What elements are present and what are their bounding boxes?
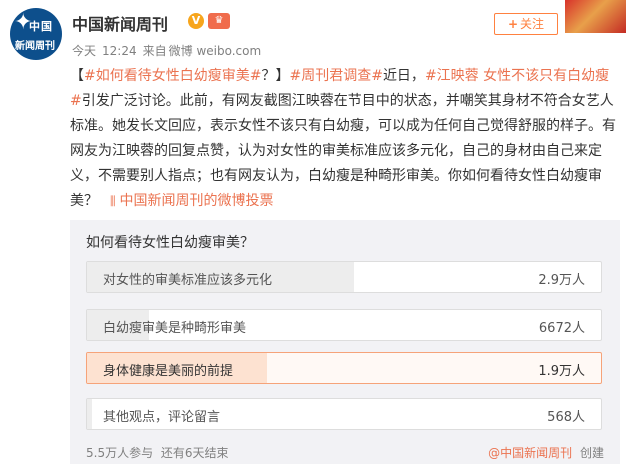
- verified-badge-icon: V: [188, 13, 204, 29]
- poll-option-count: 2.9万人: [538, 273, 585, 288]
- post-text-part: 【: [70, 68, 84, 84]
- post-text-part: 引发广泛讨论。此前，有网友截图江映蓉在节目中的状态，并嘲笑其身材不符合女艺人标准…: [70, 93, 616, 209]
- follow-button[interactable]: + 关注: [494, 13, 558, 35]
- poll-participants: 5.5万人参与: [86, 446, 154, 460]
- poll-option[interactable]: 其他观点，评论留言 568人: [86, 398, 602, 430]
- post-time[interactable]: 12:24: [102, 44, 137, 58]
- poll-option[interactable]: 白幼瘦审美是种畸形审美 6672人: [86, 309, 602, 341]
- poll-link-label: 中国新闻周刊的微博投票: [119, 193, 274, 209]
- avatar-text-bottom: 新闻周刊: [15, 41, 55, 52]
- poll-option[interactable]: 对女性的审美标准应该多元化 2.9万人: [86, 261, 602, 293]
- poll-created-label: 创建: [579, 446, 604, 460]
- poll-creator: @中国新闻周刊 创建: [488, 444, 604, 461]
- post-text-part: ？】: [261, 68, 290, 84]
- post-source[interactable]: 微博 weibo.com: [169, 44, 262, 58]
- poll-stats: 5.5万人参与 还有6天结束: [86, 444, 229, 461]
- poll-option-count: 1.9万人: [538, 364, 585, 379]
- decorative-banner: [565, 0, 626, 33]
- poll-option-selected[interactable]: 身体健康是美丽的前提 1.9万人: [86, 352, 602, 384]
- poll-option-label: 身体健康是美丽的前提: [103, 364, 234, 379]
- poll-remaining: 还有6天结束: [160, 446, 229, 460]
- poll-option-label: 白幼瘦审美是种畸形审美: [103, 321, 247, 336]
- poll-icon: ⫼: [110, 194, 116, 208]
- poll-option-label: 其他观点，评论留言: [103, 410, 221, 425]
- vip-crown-icon: ♛: [208, 13, 230, 29]
- poll-title: 如何看待女性白幼瘦审美？: [86, 235, 254, 251]
- post-day: 今天: [72, 44, 97, 58]
- poll-option-label: 对女性的审美标准应该多元化: [103, 273, 273, 288]
- avatar-text-top: 中国: [29, 20, 53, 33]
- hashtag-link[interactable]: #如何看待女性白幼瘦审美#: [84, 68, 261, 84]
- plus-icon: +: [507, 17, 519, 31]
- poll-option-count: 568人: [547, 410, 585, 425]
- poll-card: 如何看待女性白幼瘦审美？ 对女性的审美标准应该多元化 2.9万人 白幼瘦审美是种…: [70, 220, 620, 464]
- post-text-part: 近日，: [382, 68, 425, 84]
- hashtag-link[interactable]: #周刊君调查#: [289, 68, 382, 84]
- follow-label: 关注: [520, 17, 545, 31]
- poll-option-bar: [87, 399, 93, 429]
- poll-creator-link[interactable]: @中国新闻周刊: [488, 446, 572, 460]
- avatar[interactable]: ✦ 中国 新闻周刊: [10, 8, 62, 60]
- poll-option-count: 6672人: [538, 321, 585, 336]
- post-text: 【#如何看待女性白幼瘦审美#？】#周刊君调查#近日，#江映蓉 女性不该只有白幼瘦…: [70, 64, 620, 214]
- source-prefix: 来自: [142, 44, 167, 58]
- poll-link[interactable]: ⫼ 中国新闻周刊的微博投票: [98, 193, 274, 209]
- post-meta: 今天 12:24 来自 微博 weibo.com: [72, 42, 267, 59]
- account-name[interactable]: 中国新闻周刊: [72, 11, 168, 35]
